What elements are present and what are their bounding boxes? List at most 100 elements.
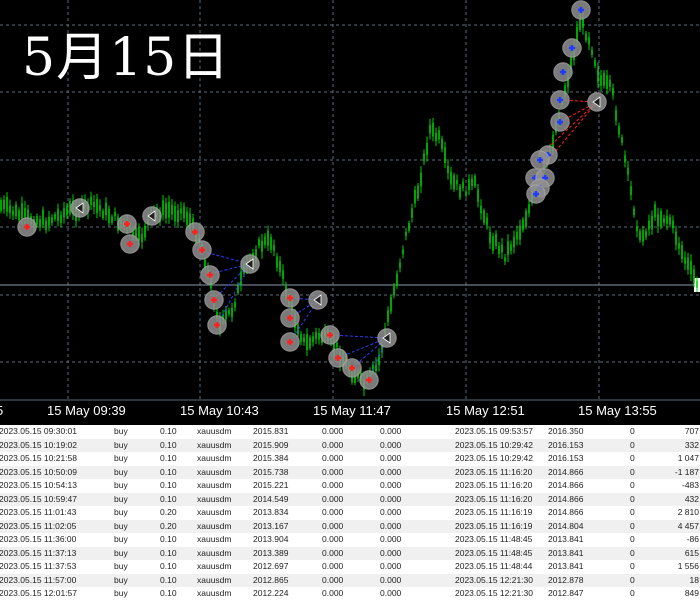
table-cell-volume: 0.10 [160,547,177,558]
table-cell-close-price: 2014.866 [548,480,584,490]
table-row[interactable]: 2023.05.15 10:54:13 buy 0.10 xauusdm 2015.22… [0,479,700,493]
table-cell-volume: 0.10 [160,480,177,490]
table-cell-profit: 1 556 [677,561,699,571]
price-chart[interactable]: 5月15日 5 15 May 09:39 15 May 10:43 15 May… [0,0,700,425]
table-row[interactable]: 2023.05.15 10:19:02 buy 0.10 xauusdm 2015.90… [0,438,700,452]
table-row[interactable]: 2023.05.15 10:59:47 buy 0.10 xauusdm 2014.54… [0,492,700,506]
candle-body [687,257,689,270]
candle-body [279,261,281,272]
table-cell-open-time: 2023.05.15 11:01:43 [0,507,77,517]
candle-body [480,205,482,214]
table-cell-close-price: 2013.841 [548,561,584,571]
candle-body [696,280,698,288]
candle-body [471,178,473,186]
candle-body [627,167,629,175]
table-row[interactable]: 2023.05.15 11:01:43 buy 0.20 xauusdm 2013.83… [0,506,700,520]
candle-body [111,216,113,223]
time-axis-label: 5 [0,403,3,418]
table-cell-close-price: 2012.878 [548,574,584,585]
table-cell-close-time: 2023.05.15 10:29:42 [455,439,533,450]
table-cell-close-price: 2014.804 [548,520,584,531]
table-cell-commission: 0 [630,426,635,436]
table-cell-close-price: 2014.866 [548,466,584,477]
table-row[interactable]: 2023.05.15 09:30:01 buy 0.10 xauusdm 2015.83… [0,425,700,439]
table-cell-type: buy [114,493,128,504]
table-cell-symbol: xauusdm [197,534,232,544]
candle-body [474,175,476,186]
table-row[interactable]: 2023.05.15 12:01:57 buy 0.10 xauusdm 2012.22… [0,587,700,600]
candle-body [186,211,188,225]
table-cell-open-time: 2023.05.15 11:37:53 [0,561,77,571]
table-cell-volume: 0.10 [160,453,177,463]
candle-body [678,243,680,249]
candle-body [273,245,275,251]
table-row[interactable]: 2023.05.15 11:57:00 buy 0.10 xauusdm 2012.86… [0,573,700,587]
table-cell-symbol: xauusdm [197,574,232,585]
candle-body [162,200,164,216]
table-cell-open-time: 2023.05.15 10:19:02 [0,439,77,450]
table-cell-open-time: 2023.05.15 10:54:13 [0,480,77,490]
candle-body [6,197,8,212]
table-cell-commission: 0 [630,480,635,490]
candle-body [264,236,266,245]
table-cell-close-time: 2023.05.15 11:16:19 [455,507,533,517]
table-row[interactable]: 2023.05.15 10:50:09 buy 0.10 xauusdm 2015.73… [0,465,700,479]
table-cell-type: buy [114,574,128,585]
table-cell-symbol: xauusdm [197,507,232,517]
candle-body [426,142,428,156]
candle-body [402,249,404,255]
table-cell-open-price: 2013.904 [253,534,289,544]
table-cell-close-time: 2023.05.15 09:53:57 [455,426,533,436]
candle-body [612,87,614,96]
candle-body [486,217,488,226]
candle-body [507,241,509,256]
candle-body [90,196,92,206]
candle-body [624,155,626,163]
table-cell-sl: 0.000 [322,561,344,571]
candle-body [477,189,479,202]
candle-body [675,231,677,245]
table-cell-open-price: 2013.389 [253,547,289,558]
candle-body [36,216,38,225]
table-cell-sl: 0.000 [322,534,344,544]
table-cell-symbol: xauusdm [197,520,232,531]
time-axis-label: 15 May 09:39 [47,403,126,418]
table-cell-tp: 0.000 [380,520,402,531]
table-row[interactable]: 2023.05.15 11:37:53 buy 0.10 xauusdm 2012.69… [0,560,700,574]
candle-body [99,205,101,211]
table-row[interactable]: 2023.05.15 10:21:58 buy 0.10 xauusdm 2015.38… [0,452,700,466]
candle-body [648,220,650,230]
table-cell-open-price: 2015.221 [253,480,289,490]
candle-body [495,233,497,246]
table-cell-open-price: 2015.738 [253,466,289,477]
candle-body [516,231,518,240]
table-row[interactable]: 2023.05.15 11:37:13 buy 0.10 xauusdm 2013.38… [0,546,700,560]
candle-body [636,226,638,232]
table-cell-close-time: 2023.05.15 11:16:19 [455,520,533,531]
table-row[interactable]: 2023.05.15 11:36:00 buy 0.10 xauusdm 2013.90… [0,533,700,547]
table-cell-type: buy [114,520,128,531]
table-cell-type: buy [114,453,128,463]
candle-body [669,216,671,225]
candle-body [660,211,662,227]
candle-body [66,206,68,216]
table-cell-profit: 432 [684,493,699,504]
table-cell-close-time: 2023.05.15 11:16:20 [455,466,533,477]
candle-body [39,219,41,228]
time-axis-label: 15 May 13:55 [578,403,657,418]
table-cell-commission: 0 [630,561,635,571]
table-row[interactable]: 2023.05.15 11:02:05 buy 0.20 xauusdm 2013.16… [0,519,700,533]
candle-body [24,207,26,218]
candle-body [657,214,659,227]
table-cell-close-price: 2016.153 [548,453,584,463]
candle-body [492,236,494,252]
candle-body [609,80,611,87]
candle-body [441,138,443,150]
table-cell-profit: -1 187 [674,466,699,477]
candle-body [600,75,602,86]
table-cell-commission: 0 [630,547,635,558]
candle-body [417,185,419,199]
table-cell-profit: 849 [684,588,699,598]
table-cell-symbol: xauusdm [197,588,232,598]
candle-body [411,208,413,218]
